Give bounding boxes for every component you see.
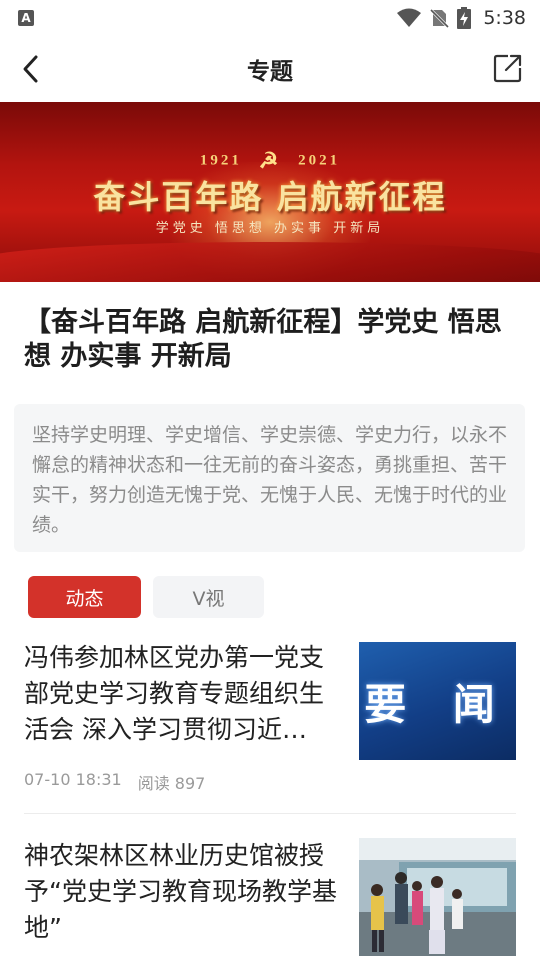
news-time: 07-10 18:31 bbox=[24, 770, 122, 789]
topic-title: 【奋斗百年路 启航新征程】学党史 悟思想 办实事 开新局 bbox=[24, 307, 502, 372]
no-sim-icon bbox=[430, 8, 450, 28]
battery-charging-icon bbox=[457, 7, 472, 29]
news-read-count: 阅读 897 bbox=[137, 774, 206, 793]
tab-dynamics[interactable]: 动态 bbox=[28, 576, 141, 618]
status-bar: A 5:38 bbox=[0, 0, 540, 36]
banner-subline: 学党史 悟思想 办实事 开新局 bbox=[155, 221, 385, 236]
news-title: 神农架林区林业历史馆被授予“党史学习教育现场教学基地” bbox=[24, 841, 337, 942]
app-notification-icon: A bbox=[18, 10, 34, 26]
museum-visitors-photo bbox=[359, 838, 516, 956]
news-thumbnail: 要 闻 bbox=[359, 642, 516, 760]
nav-bar: 专题 bbox=[0, 36, 540, 102]
back-button[interactable] bbox=[16, 53, 48, 85]
tab-video[interactable]: V视 bbox=[153, 576, 264, 618]
share-button[interactable] bbox=[492, 52, 524, 84]
banner-flag-wave bbox=[0, 242, 540, 282]
news-meta: 07-10 18:31 阅读 897 bbox=[24, 770, 205, 794]
news-thumbnail bbox=[359, 838, 516, 956]
news-title: 冯伟参加林区党办第一党支部党史学习教育专题组织生活会 深入学习贯彻习近… bbox=[24, 643, 325, 744]
chevron-left-icon bbox=[23, 55, 38, 83]
banner-year-left: 1921 bbox=[199, 152, 242, 169]
news-thumbnail-text: 要 闻 bbox=[364, 679, 511, 729]
party-emblem-icon: ☭ bbox=[258, 148, 282, 173]
share-external-icon bbox=[493, 54, 522, 83]
topic-banner-image: 1921 ☭ 2021 奋斗百年路 启航新征程 学党史 悟思想 办实事 开新局 bbox=[0, 102, 540, 282]
list-divider bbox=[24, 813, 516, 814]
banner-years: 1921 ☭ 2021 bbox=[0, 148, 540, 174]
news-list-item[interactable]: 神农架林区林业历史馆被授予“党史学习教育现场教学基地” bbox=[0, 838, 540, 960]
banner-year-right: 2021 bbox=[298, 152, 341, 169]
status-time: 5:38 bbox=[483, 7, 526, 29]
wifi-icon bbox=[397, 8, 422, 27]
page-title: 专题 bbox=[247, 59, 293, 85]
news-list-item[interactable]: 冯伟参加林区党办第一党支部党史学习教育专题组织生活会 深入学习贯彻习近… 要 闻… bbox=[0, 640, 540, 810]
topic-description: 坚持学史明理、学史增信、学史崇德、学史力行，以永不懈怠的精神状态和一往无前的奋斗… bbox=[32, 424, 508, 536]
banner-slogan: 奋斗百年路 启航新征程 bbox=[93, 178, 447, 216]
topic-description-box: 坚持学史明理、学史增信、学史崇德、学史力行，以永不懈怠的精神状态和一往无前的奋斗… bbox=[14, 404, 525, 552]
